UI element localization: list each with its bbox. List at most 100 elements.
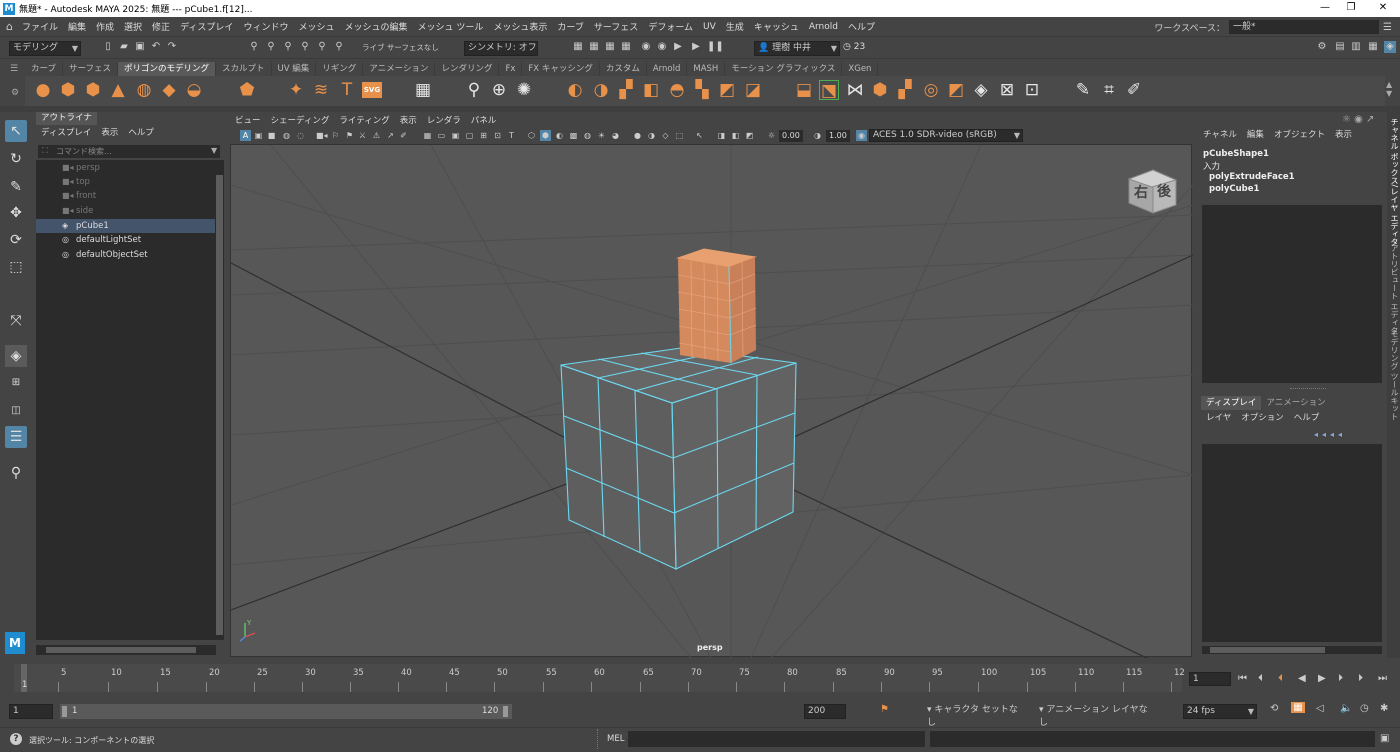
camera-attributes-icon[interactable]: ▣	[253, 130, 264, 141]
four-view-layout-icon[interactable]: ⊞	[5, 372, 27, 394]
menu-arnold[interactable]: Arnold	[809, 22, 838, 32]
select-component-icon[interactable]: ⚲	[282, 41, 294, 53]
sidetab-channel-box[interactable]: チャネル ボックス/レイヤ エディタ	[1387, 118, 1400, 246]
film-gate-display-icon[interactable]: ▭	[436, 130, 447, 141]
arnold-ipr-icon[interactable]: ▶	[690, 41, 702, 53]
menu-surfaces[interactable]: サーフェス	[594, 20, 638, 33]
tab-animation[interactable]: アニメーション	[363, 62, 436, 76]
list-item[interactable]: ◈ pCube1	[36, 219, 215, 233]
loop-icon[interactable]: ⟲	[1270, 703, 1278, 714]
menu-windows[interactable]: ウィンドウ	[243, 20, 288, 33]
mode-dropdown[interactable]: モデリング ▼	[9, 41, 81, 56]
ipr-render-icon[interactable]: ▦	[604, 41, 616, 53]
gamma-icon[interactable]: ◑	[812, 130, 823, 141]
menu-create[interactable]: 作成	[96, 20, 114, 33]
menu-help[interactable]: ヘルプ	[848, 20, 875, 33]
arnold-render-icon[interactable]: ▶	[672, 41, 684, 53]
viewcube-back-label[interactable]: 後	[1157, 181, 1171, 201]
menu-generate[interactable]: 生成	[726, 20, 744, 33]
combine-icon[interactable]: ◐	[565, 80, 585, 100]
range-handle-left[interactable]	[62, 706, 67, 717]
menu-edit[interactable]: 編集	[68, 20, 86, 33]
poly-plane-icon[interactable]: ◆	[159, 80, 179, 100]
safe-title-icon[interactable]: ✐	[398, 130, 409, 141]
scale-tool-icon[interactable]: ⬚	[5, 256, 27, 278]
play-backwards-icon[interactable]: ◀	[1298, 673, 1306, 684]
freeze-transform-icon[interactable]: ✺	[514, 80, 534, 100]
go-to-start-icon[interactable]: ⏮	[1238, 673, 1247, 684]
layer-horizontal-scrollbar[interactable]	[1202, 646, 1382, 654]
menu-uv[interactable]: UV	[703, 22, 716, 32]
tab-rendering[interactable]: レンダリング	[435, 62, 500, 76]
svg-tool-icon[interactable]: SVG	[362, 82, 382, 98]
panel-splitter[interactable]	[1290, 388, 1326, 390]
symmetry-dropdown[interactable]: シンメトリ: オフ	[464, 41, 538, 56]
fps-dropdown[interactable]: 24 fps ▼	[1183, 704, 1257, 719]
tab-fx-caching[interactable]: FX キャッシング	[522, 62, 600, 76]
scrollbar-thumb[interactable]	[46, 647, 196, 653]
input-node-polycube[interactable]: polyCube1	[1209, 184, 1259, 194]
user-account-dropdown[interactable]: 👤 理樹 中井 ▼	[754, 41, 840, 56]
undo-icon[interactable]: ↶	[150, 41, 162, 53]
range-handle-right[interactable]	[503, 706, 508, 717]
viewport-menu-panels[interactable]: パネル	[471, 114, 497, 128]
tab-display-layers[interactable]: ディスプレイ	[1201, 396, 1262, 410]
auto-key-icon[interactable]: ⚑	[880, 704, 889, 715]
outliner-menu-display[interactable]: ディスプレイ	[41, 126, 91, 140]
render-settings-icon[interactable]: ▦	[620, 41, 632, 53]
exposure-icon[interactable]: ☼	[766, 130, 777, 141]
viewport-menu-show[interactable]: 表示	[400, 114, 417, 128]
outliner-search-input[interactable]: コマンド検索...	[38, 145, 220, 158]
list-item[interactable]: ■◂ top	[36, 175, 215, 189]
chevron-down-icon[interactable]: ▼	[211, 146, 217, 155]
new-scene-icon[interactable]: ▯	[102, 41, 114, 53]
go-to-end-icon[interactable]: ⏭	[1378, 673, 1387, 684]
tab-custom[interactable]: カスタム	[600, 62, 647, 76]
step-back-frame-icon[interactable]: ⏴	[1258, 673, 1263, 684]
bridge-icon[interactable]: ⋈	[845, 80, 865, 100]
menu-select[interactable]: 選択	[124, 20, 142, 33]
textured-icon[interactable]: ▩	[568, 130, 579, 141]
boolean-icon[interactable]: ◧	[641, 80, 661, 100]
type-tool-icon[interactable]: ▦	[413, 80, 433, 100]
wireframe-icon[interactable]: ⬡	[526, 130, 537, 141]
command-input[interactable]	[628, 731, 925, 747]
multi-cut-icon[interactable]: ◎	[921, 80, 941, 100]
motion-blur-icon[interactable]: ●	[632, 130, 643, 141]
render-view-icon[interactable]: ◉	[656, 41, 668, 53]
menu-curves[interactable]: カーブ	[557, 20, 583, 33]
poly-text-icon[interactable]: T	[337, 80, 357, 100]
viewport-menu-renderer[interactable]: レンダラ	[427, 114, 461, 128]
script-language-toggle[interactable]: MEL	[607, 734, 624, 744]
mirror-icon[interactable]: ◓	[667, 80, 687, 100]
outliner-title[interactable]: アウトライナ	[36, 112, 97, 125]
bookmark-icon[interactable]: ■	[266, 130, 277, 141]
step-forward-key-icon[interactable]: ⏵	[1338, 673, 1343, 684]
tab-fx[interactable]: Fx	[499, 62, 523, 76]
layer-actions-icons[interactable]: ◂◂◂◂	[1314, 430, 1346, 439]
xray-icon[interactable]: ↖	[694, 130, 705, 141]
all-lights-icon[interactable]: ◍	[582, 130, 593, 141]
append-polygon-icon[interactable]: ⬢	[870, 80, 890, 100]
range-slider[interactable]: 1 120	[60, 704, 512, 719]
shadows-icon[interactable]: ☀	[596, 130, 607, 141]
extract-icon[interactable]: ▚	[692, 80, 712, 100]
tab-arnold[interactable]: Arnold	[647, 62, 688, 76]
quad-draw-icon[interactable]: ⊠	[997, 80, 1017, 100]
outliner-vertical-scrollbar[interactable]	[215, 160, 224, 640]
snap-grid-icon[interactable]: ⚲	[299, 41, 311, 53]
super-shape-icon[interactable]: ✦	[286, 80, 306, 100]
script-editor-icon[interactable]: ▣	[1380, 733, 1389, 744]
shelf-settings-icon[interactable]: ⚙	[11, 88, 19, 98]
live-surface-label[interactable]: ライブ サーフェスなし	[362, 42, 439, 53]
separate-icon[interactable]: ◑	[591, 80, 611, 100]
two-view-layout-icon[interactable]: ◫	[5, 400, 27, 422]
end-time-field[interactable]: 200	[804, 704, 846, 719]
scrollbar-thumb[interactable]	[1210, 647, 1325, 653]
channel-box-toggle-icons[interactable]: ⚛ ◉ ↗	[1342, 114, 1374, 125]
search-icon[interactable]: ⚲	[5, 462, 27, 484]
gate-mask-icon[interactable]: ⚔	[357, 130, 368, 141]
outliner-layout-icon[interactable]: ☰	[5, 426, 27, 448]
menu-mesh-tools[interactable]: メッシュ ツール	[417, 20, 483, 33]
sidetab-modeling-toolkit[interactable]: モデリング ツールキット	[1387, 330, 1400, 421]
